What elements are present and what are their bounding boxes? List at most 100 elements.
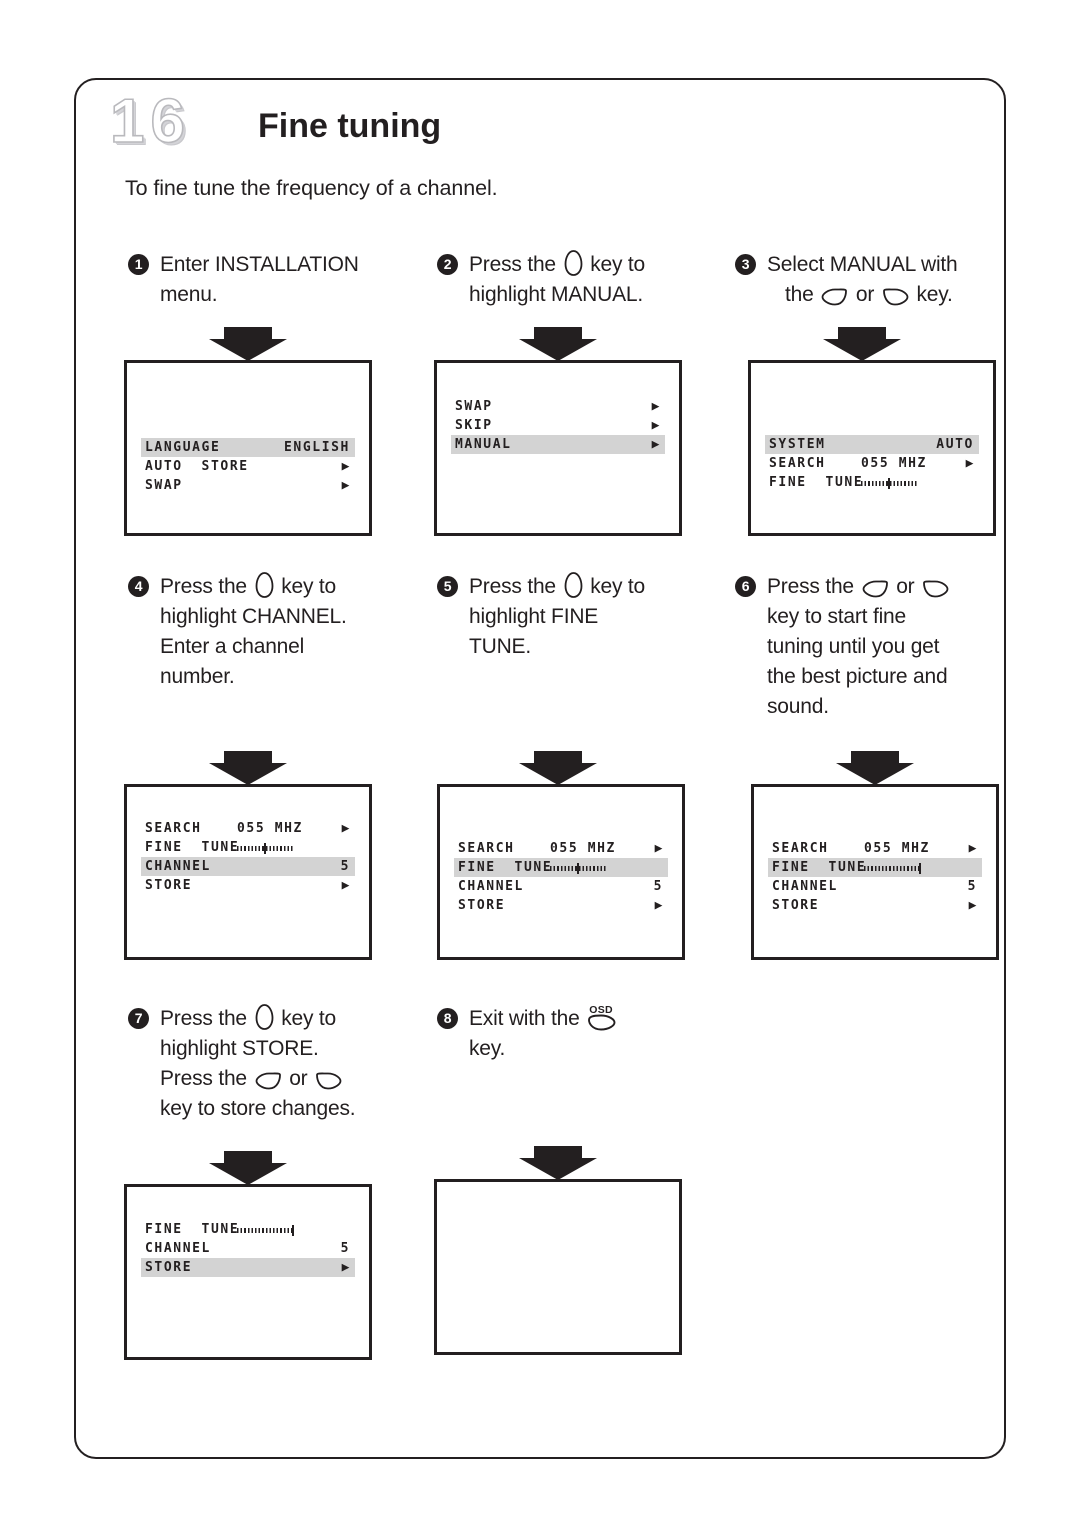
step-4-line-4: number. [160, 665, 235, 688]
fine-tune-slider [237, 1225, 294, 1236]
osd-row: FINE TUNE [141, 838, 355, 857]
step-7-line-3b: or [289, 1067, 308, 1090]
step-2-line-1a: Press the [469, 253, 556, 276]
up-down-key-icon [564, 250, 583, 276]
osd-row: STORE ▶ [141, 876, 355, 895]
osd-row-label: CHANNEL [145, 859, 211, 874]
up-down-key-icon [255, 572, 274, 598]
osd-row: STORE ▶ [768, 896, 982, 915]
slider-knob [292, 1225, 294, 1236]
fine-tune-slider [550, 863, 606, 874]
step-4-line-1b: key to [281, 575, 337, 598]
osd-row: FINE TUNE [454, 858, 668, 877]
fine-tune-slider [237, 843, 293, 854]
osd-row-label: SWAP [145, 478, 183, 493]
step-6-line-4: the best picture and [767, 665, 948, 688]
osd-row-label: MANUAL [455, 437, 512, 452]
step-7-line-4: key to store changes. [160, 1097, 356, 1120]
osd-row-value: 5 [340, 1241, 350, 1256]
osd-row-value: 055 MHZ [550, 841, 616, 856]
step-1-text: 1 Enter INSTALLATION menu. [128, 250, 396, 310]
osd-row-label: STORE [145, 1260, 193, 1275]
flow-arrow-7 [208, 1150, 288, 1186]
up-down-key-icon [564, 572, 583, 598]
osd-screen-4-rows: SEARCH 055 MHZ ▶ FINE TUNE CHANNEL 5 STO… [127, 819, 369, 895]
step-2-line-1b: key to [590, 253, 646, 276]
fine-tune-slider [861, 478, 917, 489]
osd-row-label: FINE TUNE [145, 840, 240, 855]
step-6-line-1a: Press the [767, 575, 854, 598]
osd-row-label: SEARCH [769, 456, 826, 471]
step-7-text: 7 Press the key to highlight STORE. Pres… [128, 1004, 396, 1124]
osd-row-label: STORE [772, 898, 820, 913]
osd-row: FINE TUNE [765, 473, 979, 492]
step-5: 5 Press the key to highlight FINE TUNE. [437, 572, 705, 662]
osd-row-label: LANGUAGE [145, 440, 221, 455]
osd-screen-4: SEARCH 055 MHZ ▶ FINE TUNE CHANNEL 5 STO… [124, 784, 372, 960]
chapter-number: 16 [109, 87, 191, 156]
osd-row: CHANNEL 5 [141, 1239, 355, 1258]
step-7-badge: 7 [128, 1008, 149, 1029]
caret-right-icon: ▶ [651, 437, 661, 452]
step-2-badge: 2 [437, 254, 458, 275]
caret-right-icon: ▶ [654, 898, 664, 913]
slider-ticks [237, 1228, 293, 1233]
up-down-key-icon [255, 1004, 274, 1030]
osd-screen-1-rows: LANGUAGE ENGLISH AUTO STORE ▶ SWAP ▶ [127, 438, 369, 495]
step-6-text: 6 Press the or key to start fine tuning … [735, 572, 1003, 722]
step-8-line-2: key. [469, 1037, 506, 1060]
intro-text: To fine tune the frequency of a channel. [125, 176, 498, 200]
osd-row: CHANNEL 5 [768, 877, 982, 896]
step-3-line-1: Select MANUAL with [767, 253, 958, 276]
step-7-line-3a: Press the [160, 1067, 247, 1090]
step-2-line-2: highlight MANUAL. [469, 283, 644, 306]
slider-knob [888, 478, 890, 489]
step-3-line-2c: key. [916, 283, 953, 306]
caret-right-icon: ▶ [341, 1260, 351, 1275]
osd-row-label: STORE [145, 878, 193, 893]
osd-row-label: FINE TUNE [145, 1222, 240, 1237]
caret-right-icon: ▶ [341, 821, 351, 836]
osd-row: SWAP ▶ [451, 397, 665, 416]
osd-row-value: ENGLISH [284, 440, 350, 455]
right-key-icon [882, 288, 909, 306]
step-1-badge: 1 [128, 254, 149, 275]
osd-row-value: AUTO [936, 437, 974, 452]
step-8: 8 Exit with the OSD key. [437, 1004, 705, 1064]
caret-right-icon: ▶ [341, 878, 351, 893]
flow-arrow-5 [518, 750, 598, 786]
osd-screen-6: SEARCH 055 MHZ ▶ FINE TUNE CHANNEL 5 STO… [751, 784, 999, 960]
flow-arrow-3 [822, 326, 902, 362]
step-8-badge: 8 [437, 1008, 458, 1029]
fine-tune-slider [864, 863, 921, 874]
step-1: 1 Enter INSTALLATION menu. [128, 250, 396, 310]
step-3-line-2a: the [785, 283, 814, 306]
osd-row-label: SKIP [455, 418, 493, 433]
step-5-line-1a: Press the [469, 575, 556, 598]
osd-row-value: 055 MHZ [861, 456, 927, 471]
step-3: 3 Select MANUAL with the or key. [735, 250, 1003, 310]
step-5-line-1b: key to [590, 575, 646, 598]
step-7: 7 Press the key to highlight STORE. Pres… [128, 1004, 396, 1124]
step-2-text: 2 Press the key to highlight MANUAL. [437, 250, 705, 310]
step-8-line-1: Exit with the [469, 1007, 580, 1030]
left-key-icon [821, 288, 848, 306]
osd-row-label: SEARCH [145, 821, 202, 836]
step-3-line-2: the or key. [767, 280, 1003, 310]
osd-row: STORE ▶ [454, 896, 668, 915]
slider-knob [919, 863, 921, 874]
slider-knob [577, 863, 579, 874]
caret-right-icon: ▶ [651, 418, 661, 433]
osd-row-label: SEARCH [458, 841, 515, 856]
osd-screen-6-rows: SEARCH 055 MHZ ▶ FINE TUNE CHANNEL 5 STO… [754, 839, 996, 915]
step-6-line-5: sound. [767, 695, 829, 718]
osd-screen-3-rows: SYSTEM AUTO SEARCH 055 MHZ ▶ FINE TUNE [751, 435, 993, 492]
flow-arrow-6 [835, 750, 915, 786]
osd-row: MANUAL ▶ [451, 435, 665, 454]
flow-arrow-8 [518, 1145, 598, 1181]
osd-row-value: 5 [653, 879, 663, 894]
osd-screen-8 [434, 1179, 682, 1355]
osd-row-label: CHANNEL [145, 1241, 211, 1256]
osd-row-label: FINE TUNE [458, 860, 553, 875]
step-7-line-1b: key to [281, 1007, 337, 1030]
